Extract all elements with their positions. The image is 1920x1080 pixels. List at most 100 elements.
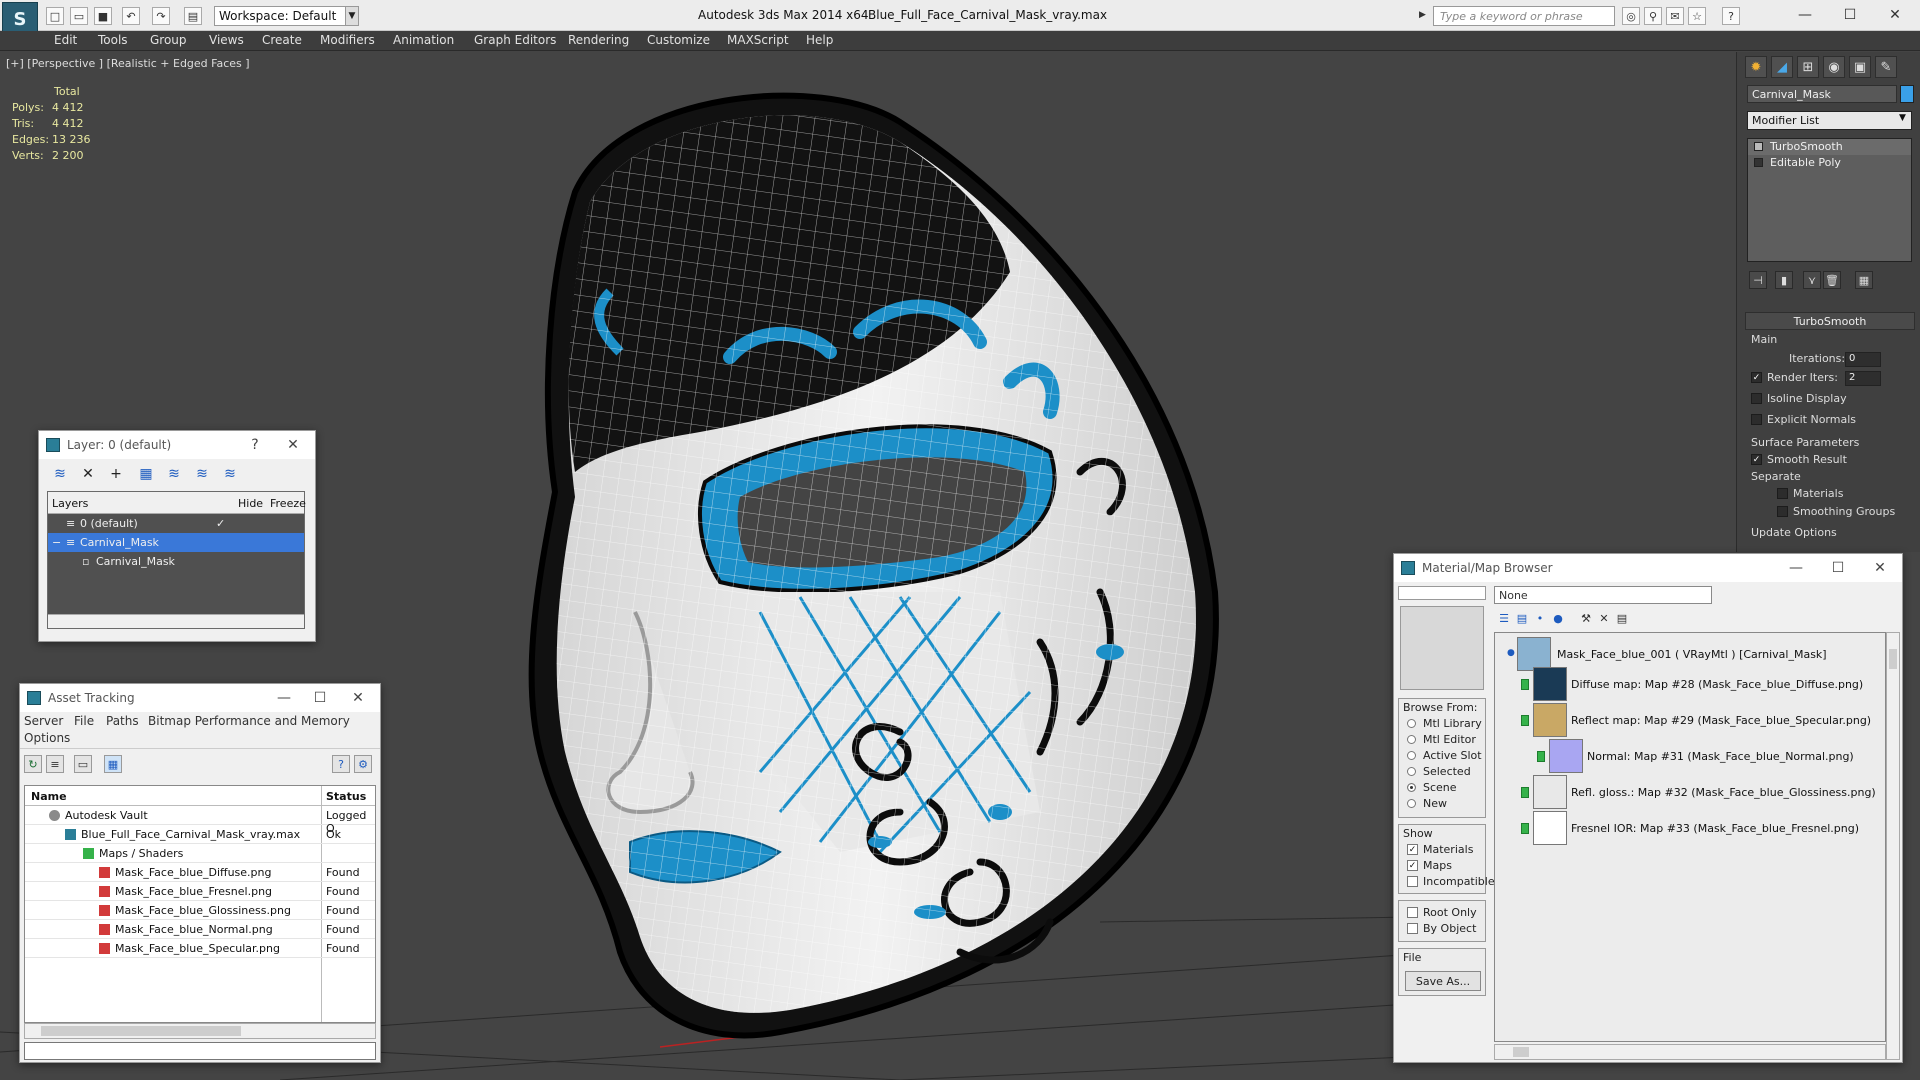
- object-name-field[interactable]: Carnival_Mask: [1747, 85, 1897, 103]
- remove-modifier-icon[interactable]: 🗑: [1823, 271, 1841, 289]
- radio-mtl-library[interactable]: Mtl Library: [1399, 716, 1485, 732]
- column-hide[interactable]: Hide: [238, 497, 263, 510]
- list-view-icon[interactable]: ≡: [46, 755, 64, 773]
- workspace-dropdown[interactable]: Workspace: Default: [214, 6, 357, 26]
- smooth-result-checkbox[interactable]: ✓: [1751, 454, 1762, 465]
- collapse-icon[interactable]: ●: [1507, 648, 1515, 658]
- layer-scrollbar[interactable]: [48, 614, 304, 628]
- isoline-checkbox[interactable]: [1751, 393, 1762, 404]
- scrollbar-thumb[interactable]: [1513, 1047, 1529, 1057]
- chevron-down-icon[interactable]: ▼: [345, 6, 359, 26]
- view-list-icon[interactable]: ☰: [1496, 610, 1512, 626]
- modifier-list-dropdown[interactable]: Modifier List: [1747, 111, 1912, 130]
- table-row[interactable]: Blue_Full_Face_Carnival_Mask_vray.max Ok: [25, 825, 375, 844]
- column-layers[interactable]: Layers: [52, 497, 88, 510]
- material-name-field[interactable]: [1398, 586, 1486, 600]
- refresh-icon[interactable]: ↻: [24, 755, 42, 773]
- close-icon[interactable]: ✕: [1875, 4, 1915, 26]
- table-row[interactable]: Mask_Face_blue_Glossiness.png Found: [25, 901, 375, 920]
- create-tab-icon[interactable]: ✹: [1745, 56, 1767, 78]
- select-in-layer-icon[interactable]: ▦: [137, 465, 155, 483]
- binoculars-icon[interactable]: ◎: [1622, 7, 1640, 25]
- table-row[interactable]: Mask_Face_blue_Normal.png Found: [25, 920, 375, 939]
- menu-graph-editors[interactable]: Graph Editors: [474, 33, 556, 47]
- thumbnail-view-icon[interactable]: ▭: [74, 755, 92, 773]
- menu-bitmap-performance[interactable]: Bitmap Performance and Memory: [148, 714, 350, 728]
- undo-icon[interactable]: ↶: [122, 7, 140, 25]
- new-file-icon[interactable]: □: [46, 7, 64, 25]
- motion-tab-icon[interactable]: ◉: [1823, 56, 1845, 78]
- hide-all-layers-icon[interactable]: ≋: [193, 465, 211, 483]
- collapse-icon[interactable]: −: [52, 536, 61, 549]
- help-icon[interactable]: ?: [241, 434, 269, 456]
- column-name[interactable]: Name: [31, 790, 67, 803]
- menu-views[interactable]: Views: [209, 33, 244, 47]
- stack-item-turbosmooth[interactable]: TurboSmooth: [1748, 139, 1911, 155]
- table-view-icon[interactable]: ▦: [104, 755, 122, 773]
- dot-small-icon[interactable]: •: [1532, 610, 1548, 626]
- scrollbar-thumb[interactable]: [1889, 649, 1897, 669]
- chevron-down-icon[interactable]: ▼: [1899, 113, 1906, 123]
- context-help-icon[interactable]: ⚙: [354, 755, 372, 773]
- stack-item-editable-poly[interactable]: Editable Poly: [1748, 155, 1911, 171]
- smoothing-groups-checkbox[interactable]: [1777, 506, 1788, 517]
- subscription-icon[interactable]: ⚲: [1644, 7, 1662, 25]
- active-layer-check-icon[interactable]: ✓: [216, 517, 225, 530]
- menu-animation[interactable]: Animation: [393, 33, 454, 47]
- asset-window-titlebar[interactable]: Asset Tracking — ☐ ✕: [20, 684, 380, 712]
- column-status[interactable]: Status: [326, 790, 366, 803]
- menu-help[interactable]: Help: [806, 33, 833, 47]
- display-tab-icon[interactable]: ▣: [1849, 56, 1871, 78]
- menu-server[interactable]: Server: [24, 714, 63, 728]
- menu-tools[interactable]: Tools: [98, 33, 128, 47]
- asset-horizontal-scrollbar[interactable]: [24, 1023, 376, 1039]
- save-as-button[interactable]: Save As...: [1405, 971, 1481, 991]
- dot-large-icon[interactable]: ●: [1550, 610, 1566, 626]
- menu-file[interactable]: File: [74, 714, 94, 728]
- maximize-icon[interactable]: ☐: [306, 687, 334, 709]
- minimize-icon[interactable]: —: [270, 687, 298, 709]
- menu-edit[interactable]: Edit: [54, 33, 77, 47]
- checkbox-materials[interactable]: ✓ Materials: [1399, 842, 1485, 858]
- menu-rendering[interactable]: Rendering: [568, 33, 629, 47]
- expand-arrow-icon[interactable]: ▶: [1419, 10, 1426, 20]
- show-end-result-icon[interactable]: ▮: [1775, 271, 1793, 289]
- object-color-swatch[interactable]: [1900, 85, 1914, 103]
- modify-tab-icon[interactable]: ◢: [1771, 56, 1793, 78]
- table-row[interactable]: Mask_Face_blue_Diffuse.png Found: [25, 863, 375, 882]
- close-icon[interactable]: ✕: [1866, 557, 1894, 579]
- radio-new[interactable]: New: [1399, 796, 1485, 812]
- utilities-tab-icon[interactable]: ✎: [1875, 56, 1897, 78]
- material-tree[interactable]: ● Mask_Face_blue_001 ( VRayMtl ) [Carniv…: [1494, 632, 1886, 1042]
- scrollbar-thumb[interactable]: [41, 1026, 241, 1036]
- maximize-icon[interactable]: ☐: [1830, 4, 1870, 26]
- radio-mtl-editor[interactable]: Mtl Editor: [1399, 732, 1485, 748]
- layer-list[interactable]: Layers Hide Freeze ≡ 0 (default) ✓ − ≡ C…: [47, 491, 306, 629]
- materials-checkbox[interactable]: [1777, 488, 1788, 499]
- column-freeze[interactable]: Freeze: [270, 497, 306, 510]
- maximize-icon[interactable]: ☐: [1824, 557, 1852, 579]
- pin-stack-icon[interactable]: ⊣: [1749, 271, 1767, 289]
- layer-window-titlebar[interactable]: Layer: 0 (default) ? ✕: [39, 431, 315, 459]
- layer-row[interactable]: − ≡ Carnival_Mask: [48, 533, 304, 552]
- checkbox-maps[interactable]: ✓ Maps: [1399, 858, 1485, 874]
- update-scene-icon[interactable]: ⚒: [1578, 610, 1594, 626]
- table-row[interactable]: Maps / Shaders: [25, 844, 375, 863]
- delete-icon[interactable]: ✕: [1596, 610, 1612, 626]
- table-row[interactable]: Mask_Face_blue_Fresnel.png Found: [25, 882, 375, 901]
- minimize-icon[interactable]: —: [1785, 4, 1825, 26]
- view-tree-icon[interactable]: ▤: [1514, 610, 1530, 626]
- favorites-star-icon[interactable]: ☆: [1688, 7, 1706, 25]
- add-to-layer-icon[interactable]: +: [107, 465, 125, 483]
- menu-customize[interactable]: Customize: [647, 33, 710, 47]
- help-icon[interactable]: ?: [1722, 7, 1740, 25]
- rollout-turbosmooth[interactable]: TurboSmooth: [1745, 312, 1915, 330]
- checkbox-root-only[interactable]: Root Only: [1399, 905, 1485, 921]
- viewport-label[interactable]: [+] [Perspective ] [Realistic + Edged Fa…: [6, 57, 250, 70]
- layer-row[interactable]: ▫ Carnival_Mask: [48, 552, 304, 571]
- checkbox-incompatible[interactable]: Incompatible: [1399, 874, 1495, 890]
- open-file-icon[interactable]: ▭: [70, 7, 88, 25]
- redo-icon[interactable]: ↷: [152, 7, 170, 25]
- table-row[interactable]: Mask_Face_blue_Specular.png Found: [25, 939, 375, 958]
- hierarchy-tab-icon[interactable]: ⊞: [1797, 56, 1819, 78]
